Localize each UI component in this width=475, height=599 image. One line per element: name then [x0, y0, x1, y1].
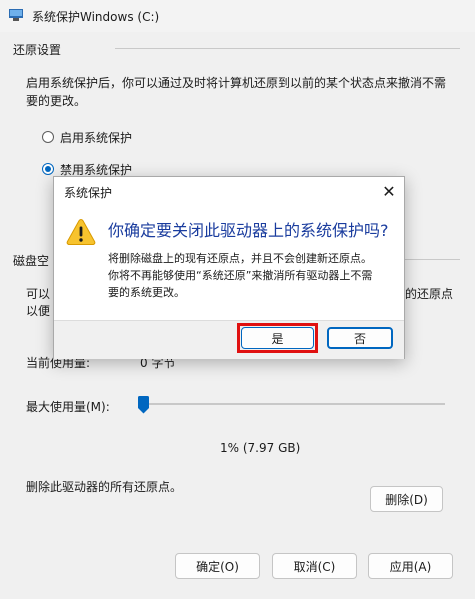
enable-protection-label: 启用系统保护: [60, 130, 133, 145]
dialog-content-line-1: 将删除磁盘上的现有还原点，并且不会创建新还原点。: [108, 252, 372, 265]
max-usage-slider-track[interactable]: [144, 403, 445, 405]
delete-restore-points-text: 删除此驱动器的所有还原点。: [26, 480, 183, 494]
disable-protection-label: 禁用系统保护: [60, 162, 133, 177]
system-properties-icon: [9, 9, 23, 21]
yes-button-highlight: [237, 323, 318, 353]
dialog-content-line-2: 你将不再能够使用“系统还原”来撤消所有驱动器上不需: [108, 269, 373, 282]
disk-usage-desc-right: 的还原点: [405, 287, 454, 301]
disk-usage-divider: [405, 259, 460, 260]
restore-settings-divider: [115, 48, 460, 49]
dialog-content-line-3: 要的系统更改。: [108, 286, 185, 299]
enable-protection-radio[interactable]: 启用系统保护: [42, 128, 132, 146]
dialog-title: 系统保护: [64, 186, 113, 200]
restore-description-line-2: 要的更改。: [26, 94, 87, 108]
restore-settings-description: 启用系统保护后，你可以通过及时将计算机还原到以前的某个状态点来撤消不需 要的更改…: [26, 74, 466, 110]
max-usage-label: 最大使用量(M):: [26, 400, 110, 414]
dialog-main-instruction: 你确定要关闭此驱动器上的系统保护吗?: [108, 221, 389, 240]
delete-button[interactable]: 删除(D): [370, 486, 443, 512]
max-usage-value: 1% (7.97 GB): [220, 441, 301, 455]
restore-settings-heading: 还原设置: [13, 41, 68, 58]
apply-button[interactable]: 应用(A): [368, 553, 453, 579]
close-icon[interactable]: ✕: [376, 179, 402, 203]
restore-description-line-1: 启用系统保护后，你可以通过及时将计算机还原到以前的某个状态点来撤消不需: [26, 76, 447, 90]
confirm-disable-dialog: 系统保护 ✕ 你确定要关闭此驱动器上的系统保护吗? 将删除磁盘上的现有还原点，并…: [53, 176, 405, 359]
dialog-content: 将删除磁盘上的现有还原点，并且不会创建新还原点。 你将不再能够使用“系统还原”来…: [108, 250, 398, 301]
ok-button[interactable]: 确定(O): [175, 553, 260, 579]
radio-button-checked[interactable]: [42, 163, 54, 175]
radio-button-unchecked[interactable]: [42, 131, 54, 143]
disk-usage-desc-left-1: 可以: [26, 287, 51, 301]
warning-icon: [66, 218, 96, 245]
disk-usage-desc-left-2: 以便: [26, 304, 51, 318]
title-bar: 系统保护Windows (C:): [0, 0, 475, 32]
window-title: 系统保护Windows (C:): [32, 10, 160, 24]
disk-usage-heading: 磁盘空: [13, 252, 56, 269]
cancel-button[interactable]: 取消(C): [272, 553, 357, 579]
max-usage-slider-thumb[interactable]: [138, 396, 149, 414]
no-button[interactable]: 否: [327, 327, 393, 349]
